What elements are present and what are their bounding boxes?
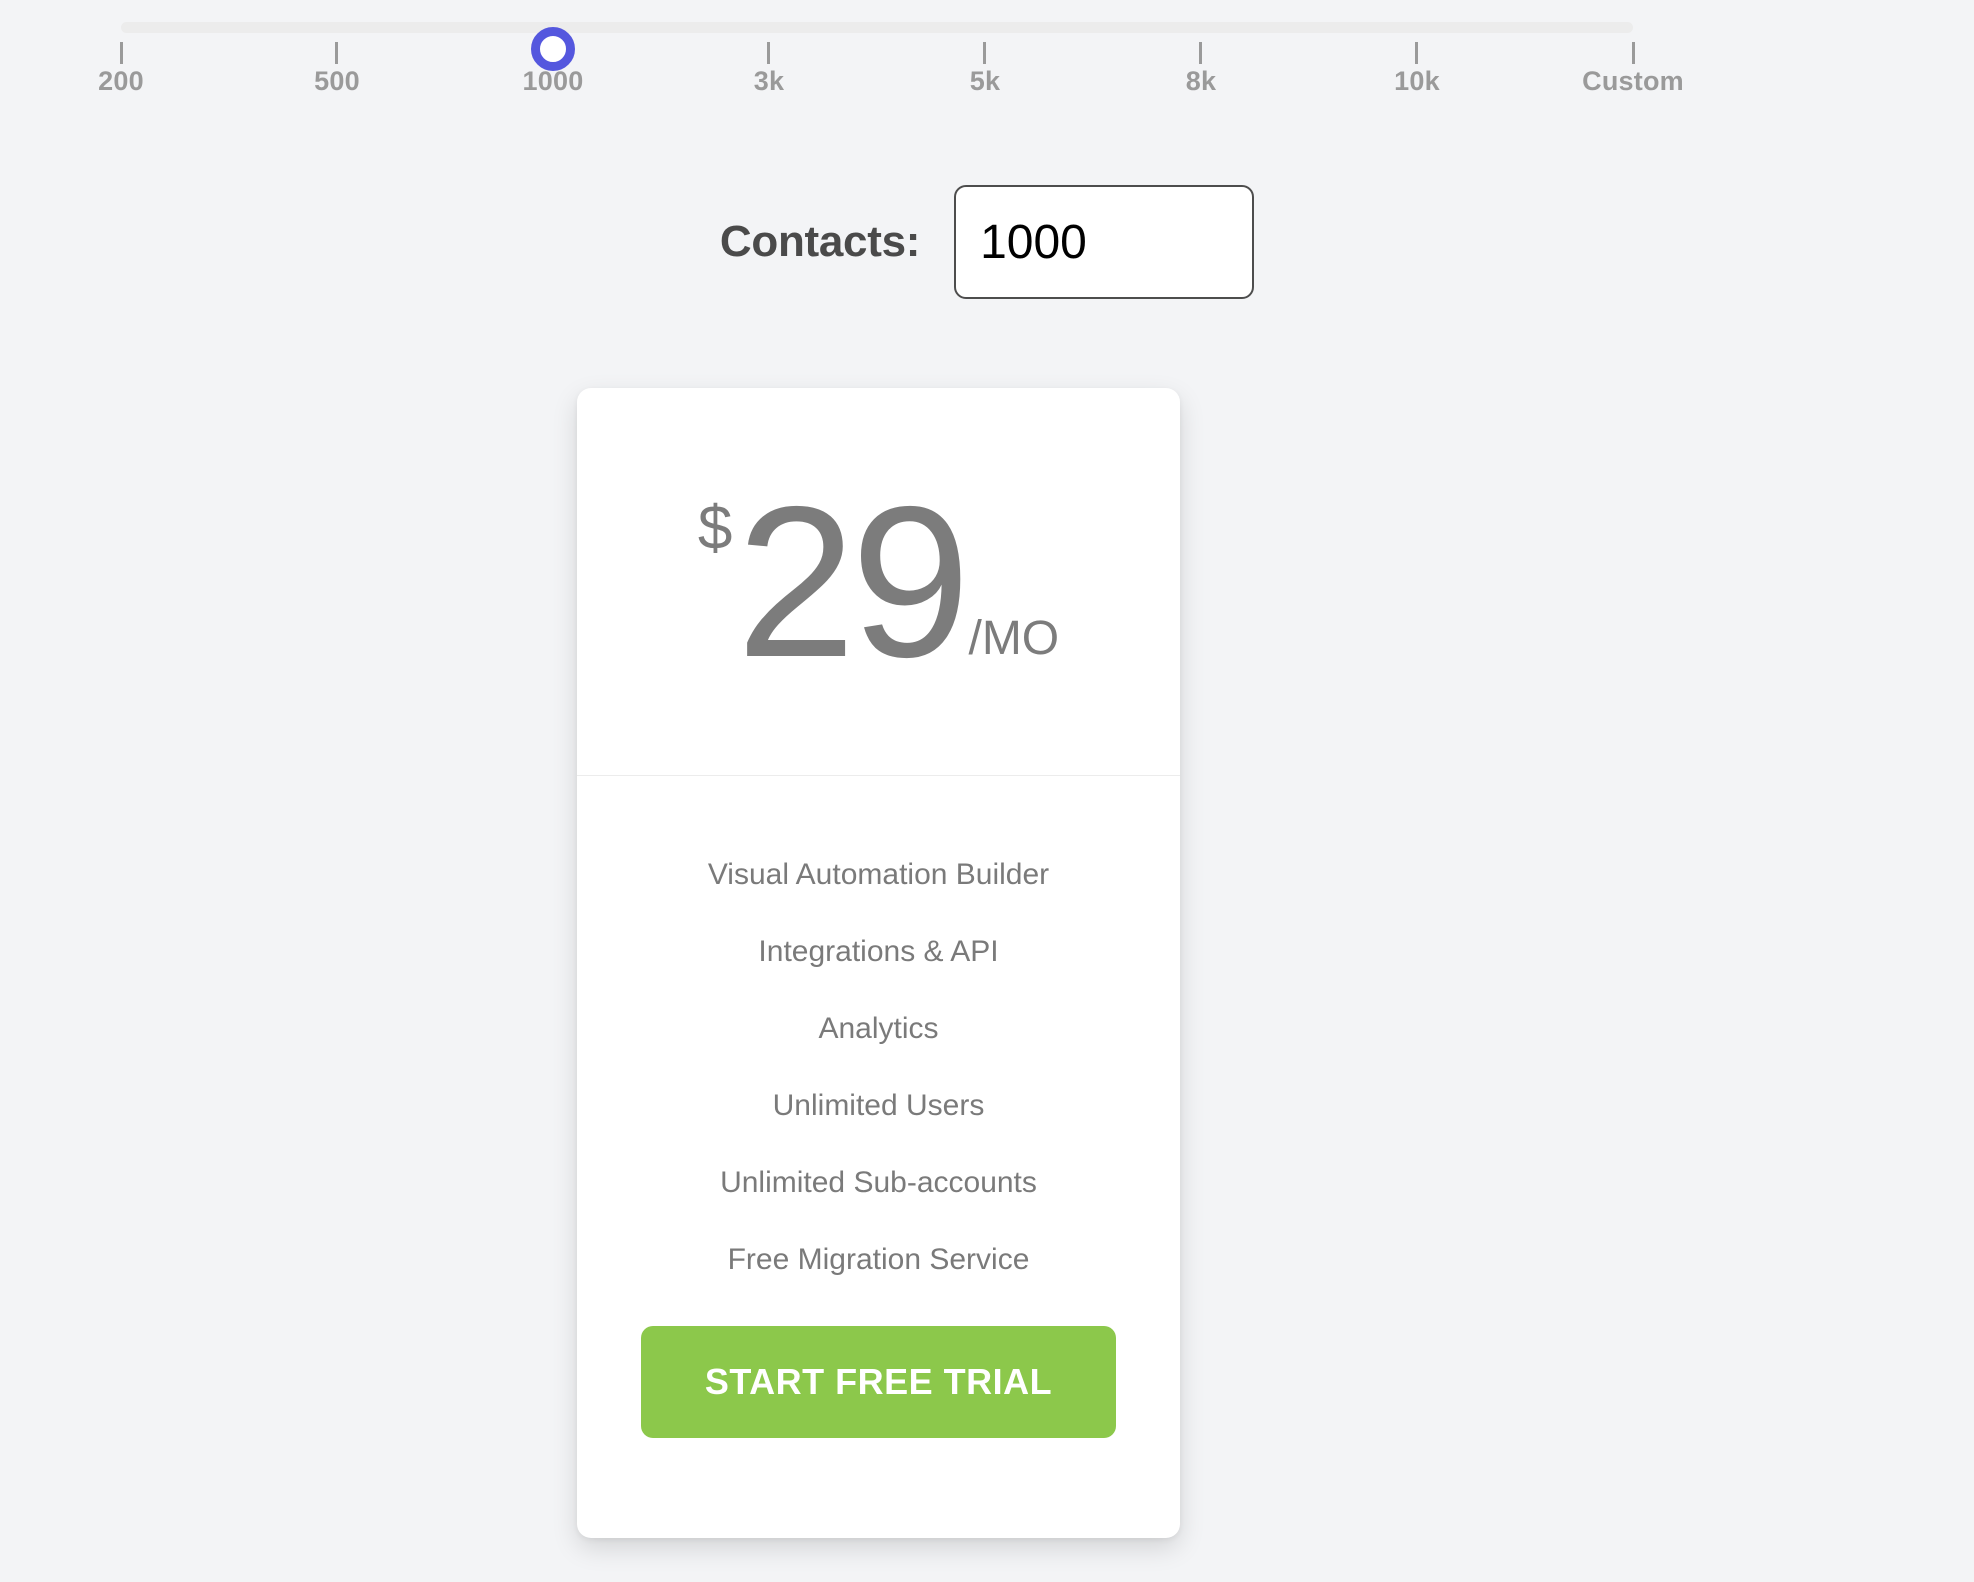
price-display: $ 29 /MO xyxy=(698,474,1059,689)
contacts-row: Contacts: xyxy=(0,185,1974,299)
feature-item: Free Migration Service xyxy=(727,1243,1030,1276)
price-block: $ 29 /MO xyxy=(577,388,1180,775)
price-currency-symbol: $ xyxy=(697,494,733,563)
slider-track[interactable] xyxy=(121,22,1633,71)
contacts-label: Contacts: xyxy=(719,217,921,266)
slider-tick-mark xyxy=(335,42,339,64)
slider-tick-label: 10k xyxy=(1394,66,1440,96)
slider-tick-mark xyxy=(1415,42,1419,64)
contacts-slider[interactable]: 200 500 1000 3k 5k 8k 10k Custom xyxy=(0,0,1974,110)
contacts-input[interactable] xyxy=(954,185,1255,299)
feature-item: Analytics xyxy=(818,1012,939,1045)
feature-item: Visual Automation Builder xyxy=(707,858,1050,891)
slider-tick-label: 8k xyxy=(1185,66,1217,96)
slider-tick-mark xyxy=(1631,42,1635,64)
slider-tick-mark xyxy=(767,42,771,64)
pricing-page: 20050010003k5k8k10kCustom Contacts: $ 29… xyxy=(0,0,1974,1582)
slider-tick-label: 5k xyxy=(969,66,1001,96)
price-amount: 29 xyxy=(736,461,970,702)
slider-tick-label: 200 xyxy=(98,66,144,96)
slider-tick-label: Custom xyxy=(1582,66,1684,96)
feature-item: Unlimited Sub-accounts xyxy=(720,1166,1037,1199)
feature-list: Visual Automation Builder Integrations & … xyxy=(577,776,1180,1300)
slider-tick-mark xyxy=(1199,42,1203,64)
slider-tick-label: 3k xyxy=(753,66,785,96)
slider-tick-mark xyxy=(983,42,987,64)
slider-tick-mark xyxy=(119,42,123,64)
pricing-card: $ 29 /MO Visual Automation Builder Integr… xyxy=(577,388,1180,1538)
feature-item: Integrations & API xyxy=(758,935,999,968)
start-free-trial-button[interactable]: START FREE TRIAL xyxy=(641,1326,1116,1438)
feature-item: Unlimited Users xyxy=(772,1089,985,1122)
price-period: /MO xyxy=(968,612,1060,665)
cta-wrapper: START FREE TRIAL xyxy=(577,1326,1180,1438)
slider-tick-label: 500 xyxy=(314,66,360,96)
slider-handle[interactable] xyxy=(530,27,575,71)
